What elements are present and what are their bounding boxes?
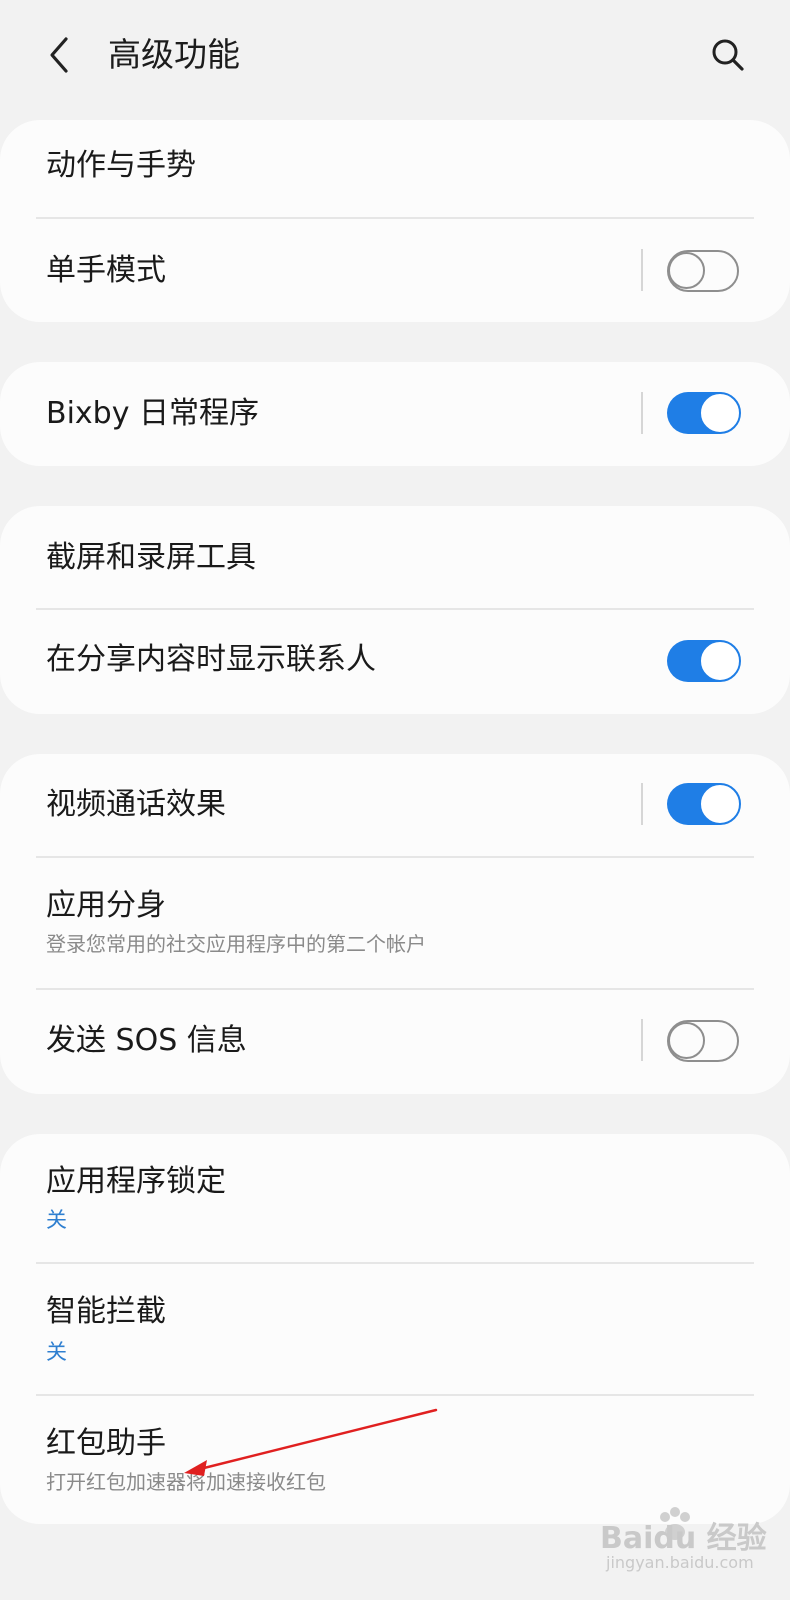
bixby-toggle[interactable] [667,392,741,434]
setting-title: 视频通话效果 [46,787,226,822]
page-title: 高级功能 [108,35,240,74]
setting-row-share-contacts[interactable]: 在分享内容时显示联系人 [0,610,790,714]
setting-row-sos[interactable]: 发送 SOS 信息 [0,990,790,1094]
toggle-knob [668,1022,705,1059]
header: 高级功能 [0,0,790,112]
setting-title: Bixby 日常程序 [46,396,260,431]
setting-title: 单手模式 [46,253,166,288]
one-hand-toggle[interactable] [667,250,739,292]
setting-row-dual-app[interactable]: 应用分身 登录您常用的社交应用程序中的第二个帐户 [0,858,790,988]
back-arrow-icon [50,37,68,73]
setting-title: 截屏和录屏工具 [46,540,256,575]
toggle-knob [699,392,741,434]
baidu-watermark: Baidu 经验 jingyan.baidu.com [600,1505,785,1595]
separator [641,392,643,434]
setting-status: 关 [46,1208,67,1232]
setting-row-motions[interactable]: 动作与手势 [0,120,790,218]
setting-row-screenshot[interactable]: 截屏和录屏工具 [0,506,790,608]
sos-toggle[interactable] [667,1020,739,1062]
setting-title: 发送 SOS 信息 [46,1023,247,1058]
share-contacts-toggle[interactable] [667,640,741,682]
setting-title: 智能拦截 [46,1294,166,1329]
search-icon [712,39,744,71]
setting-status: 关 [46,1340,67,1364]
setting-row-app-lock[interactable]: 应用程序锁定 关 [0,1134,790,1262]
setting-title: 红包助手 [46,1426,166,1461]
back-button[interactable] [36,30,82,80]
setting-subtitle: 打开红包加速器将加速接收红包 [46,1470,326,1494]
separator [641,1019,643,1061]
separator [641,249,643,291]
watermark-text: Baidu 经验 [600,1521,767,1556]
toggle-knob [699,640,741,682]
setting-row-video-call[interactable]: 视频通话效果 [0,754,790,856]
setting-title: 应用分身 [46,888,166,923]
setting-title: 应用程序锁定 [46,1164,226,1199]
toggle-knob [668,252,705,289]
setting-row-bixby[interactable]: Bixby 日常程序 [0,362,790,466]
setting-subtitle: 登录您常用的社交应用程序中的第二个帐户 [46,932,426,956]
separator [641,783,643,825]
setting-title: 动作与手势 [46,148,196,183]
setting-row-one-hand[interactable]: 单手模式 [0,219,790,322]
video-call-toggle[interactable] [667,783,741,825]
watermark-subtext: jingyan.baidu.com [606,1553,754,1572]
setting-row-smart-block[interactable]: 智能拦截 关 [0,1264,790,1394]
search-button[interactable] [703,30,753,80]
setting-title: 在分享内容时显示联系人 [46,642,376,677]
toggle-knob [699,783,741,825]
